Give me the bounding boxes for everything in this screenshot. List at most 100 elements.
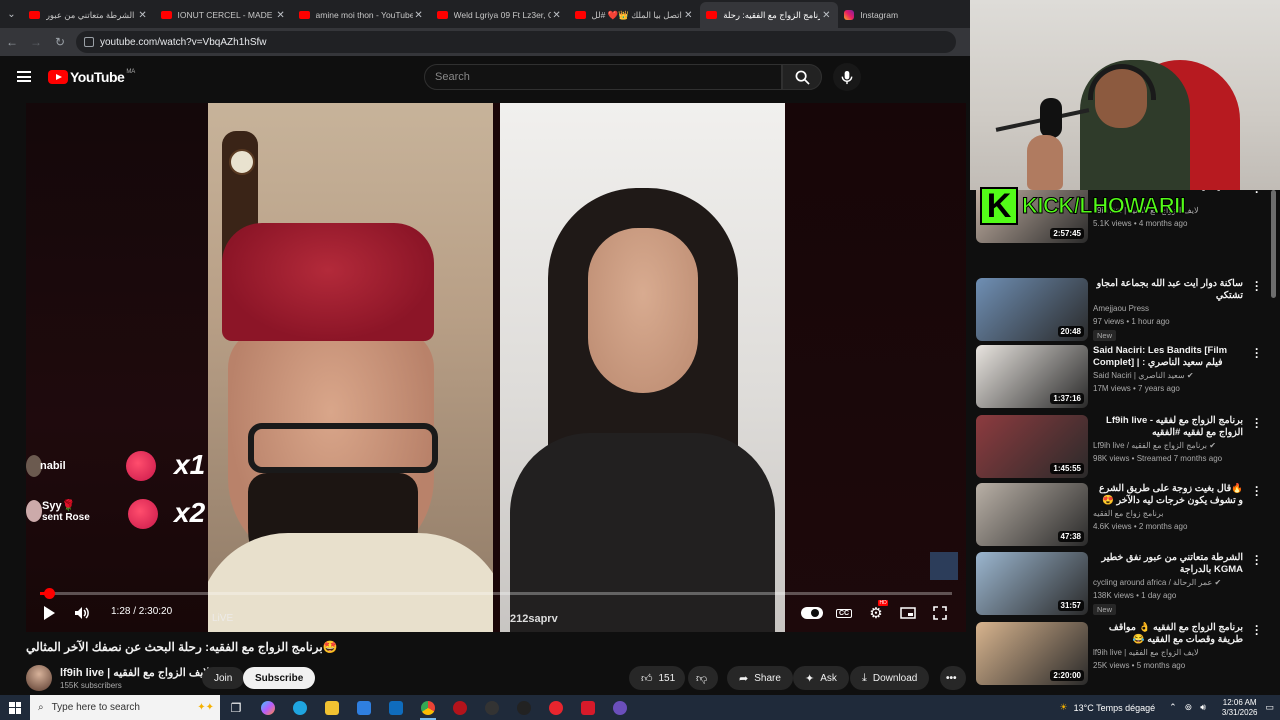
new-badge: New <box>1093 330 1117 341</box>
video-thumbnail[interactable]: 1:37:16 <box>976 345 1088 408</box>
recommended-title[interactable]: ساكنة دوار أيت عبد الله بجماعة أمجاو تشت… <box>1093 278 1243 302</box>
network-icon[interactable]: ⊚ <box>1185 702 1193 713</box>
ask-button[interactable]: ✦ Ask <box>793 666 849 690</box>
more-actions-button[interactable]: ••• <box>940 666 966 690</box>
tray-chevron-icon[interactable]: ⌃ <box>1169 702 1177 713</box>
video-thumbnail[interactable]: 31:57 <box>976 552 1088 615</box>
browser-tab[interactable]: Instagram <box>838 2 970 28</box>
progress-scrubber[interactable] <box>43 588 55 599</box>
recommended-channel[interactable]: Lf9ih live / برنامج الزواج مع الفقيه ✔ <box>1093 441 1216 450</box>
like-button[interactable]: 👍︎ 151 <box>629 666 685 690</box>
recommended-channel[interactable]: برنامج زواج مع الفقيه <box>1093 509 1164 518</box>
recommended-title[interactable]: الشرطة متعاتني من عبور نفق خطير KGMA بال… <box>1093 552 1243 576</box>
close-icon[interactable]: ✕ <box>551 10 563 21</box>
video-player[interactable]: LiVE 212saprv nabil Syy🌹 sent Rose x1 x2 … <box>26 103 966 632</box>
recommended-video[interactable]: 2:20:00 برنامج الزواج مع الفقيه 👌 مواقف ط… <box>976 620 1272 688</box>
forward-arrow-icon[interactable]: → <box>24 35 48 49</box>
file-explorer-icon[interactable] <box>316 695 348 720</box>
recommended-video[interactable]: 47:38 🔥قال بغيت زوجة على طريق الشرع و تشو… <box>976 481 1272 549</box>
recommended-video[interactable]: 1:45:55 برنامج الزواج مع لفقيه - Lf9ih li… <box>976 413 1272 481</box>
recommended-channel[interactable]: Said Naciri | سعيد الناصري ✔ <box>1093 371 1194 380</box>
more-vertical-icon[interactable]: ··· <box>1254 481 1260 501</box>
fullscreen-button[interactable] <box>928 601 952 625</box>
join-button[interactable]: Join <box>202 667 245 689</box>
url-field[interactable]: youtube.com/watch?v=VbqAZh1hSfw <box>76 31 956 53</box>
download-label: Download <box>872 672 918 684</box>
video-thumbnail[interactable]: 1:45:55 <box>976 415 1088 478</box>
outlook-icon[interactable] <box>380 695 412 720</box>
recommended-title[interactable]: Said Naciri: Les Bandits [Film Complet] … <box>1093 345 1243 369</box>
recommended-channel[interactable]: cycling around africa / عمر الرحالة ✔ <box>1093 578 1221 587</box>
copilot-icon[interactable] <box>252 695 284 720</box>
subscribe-button[interactable]: Subscribe <box>243 667 316 689</box>
mute-button[interactable] <box>70 601 94 625</box>
browser-tab[interactable]: الشرطة متعاتني من عبور ✕ <box>23 2 155 28</box>
recommended-video[interactable]: 1:37:16 Said Naciri: Les Bandits [Film Co… <box>976 343 1272 411</box>
progress-bar[interactable] <box>40 588 952 599</box>
close-icon[interactable]: ✕ <box>413 10 425 21</box>
site-info-icon[interactable] <box>84 37 94 47</box>
more-vertical-icon[interactable]: ··· <box>1254 276 1260 296</box>
voice-search-button[interactable] <box>833 63 861 91</box>
youtube-logo[interactable]: YouTube MA <box>48 69 135 85</box>
share-button[interactable]: ➦ Share <box>727 666 793 690</box>
obs-icon[interactable] <box>604 695 636 720</box>
taskbar-clock[interactable]: 12:06 AM 3/31/2026 <box>1222 698 1258 718</box>
miniplayer-button[interactable] <box>896 601 920 625</box>
close-icon[interactable]: ✕ <box>137 10 149 21</box>
video-thumbnail[interactable]: 2:20:00 <box>976 622 1088 685</box>
close-icon[interactable]: ✕ <box>682 10 694 21</box>
download-button[interactable]: ⤓ Download <box>850 666 930 690</box>
notification-icon[interactable]: ▭ <box>1265 702 1274 713</box>
recommended-title[interactable]: برنامج الزواج مع الفقيه 👌 مواقف طريفة وق… <box>1093 622 1243 646</box>
chrome-icon[interactable] <box>412 695 444 720</box>
task-view-icon[interactable]: ❐ <box>220 695 252 720</box>
taskbar-search[interactable]: ⌕ Type here to search ✦✦ <box>30 695 220 720</box>
more-vertical-icon[interactable]: ··· <box>1254 550 1260 570</box>
more-vertical-icon[interactable]: ··· <box>1254 620 1260 640</box>
reload-icon[interactable]: ↻ <box>48 35 72 49</box>
search-button[interactable] <box>782 64 822 90</box>
more-vertical-icon[interactable]: ··· <box>1254 413 1260 433</box>
volume-icon[interactable]: 🔊︎ <box>1200 702 1206 713</box>
app-icon-dark[interactable] <box>508 695 540 720</box>
browser-tab[interactable]: IONUT CERCEL - MADE IN ✕ <box>155 2 293 28</box>
menu-icon[interactable] <box>17 71 31 82</box>
recommended-channel[interactable]: Amejjaou Press <box>1093 304 1149 313</box>
recommended-title[interactable]: برنامج الزواج مع لفقيه - Lf9ih live الزو… <box>1093 415 1243 439</box>
close-icon[interactable]: ✕ <box>275 10 287 21</box>
scrollbar[interactable] <box>1271 190 1276 298</box>
more-vertical-icon[interactable]: ··· <box>1254 343 1260 363</box>
browser-tab[interactable]: اتصل بيا الملك 👑❤️ #لل ✕ <box>569 2 701 28</box>
weather-text[interactable]: 13°C Temps dégagé <box>1074 703 1156 713</box>
app-icon-red[interactable] <box>444 695 476 720</box>
channel-avatar[interactable] <box>26 665 52 691</box>
store-icon[interactable] <box>348 695 380 720</box>
channel-name[interactable]: lf9ih live | لايف الزواج مع الفقيه <box>60 666 210 679</box>
recommended-video[interactable]: 20:48 ساكنة دوار أيت عبد الله بجماعة أمجا… <box>976 276 1272 344</box>
app-icon-4k[interactable] <box>476 695 508 720</box>
browser-tab-active[interactable]: برنامج الزواج مع الفقيه: رحلة ✕ <box>700 2 839 28</box>
more-vertical-icon[interactable]: ··· <box>1254 190 1260 198</box>
dislike-button[interactable]: 👎︎ <box>688 666 718 690</box>
app-icon-recorder[interactable] <box>540 695 572 720</box>
settings-button[interactable]: ⚙ HD <box>864 600 888 625</box>
tab-search-chevron-icon[interactable]: ⌄ <box>0 0 23 28</box>
recommended-title[interactable]: 🔥قال بغيت زوجة على طريق الشرع و تشوف يكو… <box>1093 483 1243 507</box>
recommended-video[interactable]: 31:57 الشرطة متعاتني من عبور نفق خطير KGM… <box>976 550 1272 618</box>
autoplay-toggle[interactable] <box>800 601 824 625</box>
captions-button[interactable]: CC <box>832 601 856 625</box>
browser-tab[interactable]: amine moi thon - YouTube ✕ <box>293 2 431 28</box>
browser-tab[interactable]: Weld Lgriya 09 Ft Lz3er, G ✕ <box>431 2 569 28</box>
play-button[interactable] <box>38 601 60 625</box>
close-icon[interactable]: ✕ <box>820 10 832 21</box>
app-icon-red-square[interactable] <box>572 695 604 720</box>
video-thumbnail[interactable]: 20:48 <box>976 278 1088 341</box>
edge-icon[interactable] <box>284 695 316 720</box>
kick-logo-icon: K <box>980 187 1018 225</box>
search-input[interactable]: Search <box>424 64 782 90</box>
video-thumbnail[interactable]: 47:38 <box>976 483 1088 546</box>
back-arrow-icon[interactable]: ← <box>0 35 24 49</box>
start-button[interactable] <box>0 695 30 720</box>
recommended-channel[interactable]: lf9ih live | لايف الزواج مع الفقيه <box>1093 648 1199 657</box>
